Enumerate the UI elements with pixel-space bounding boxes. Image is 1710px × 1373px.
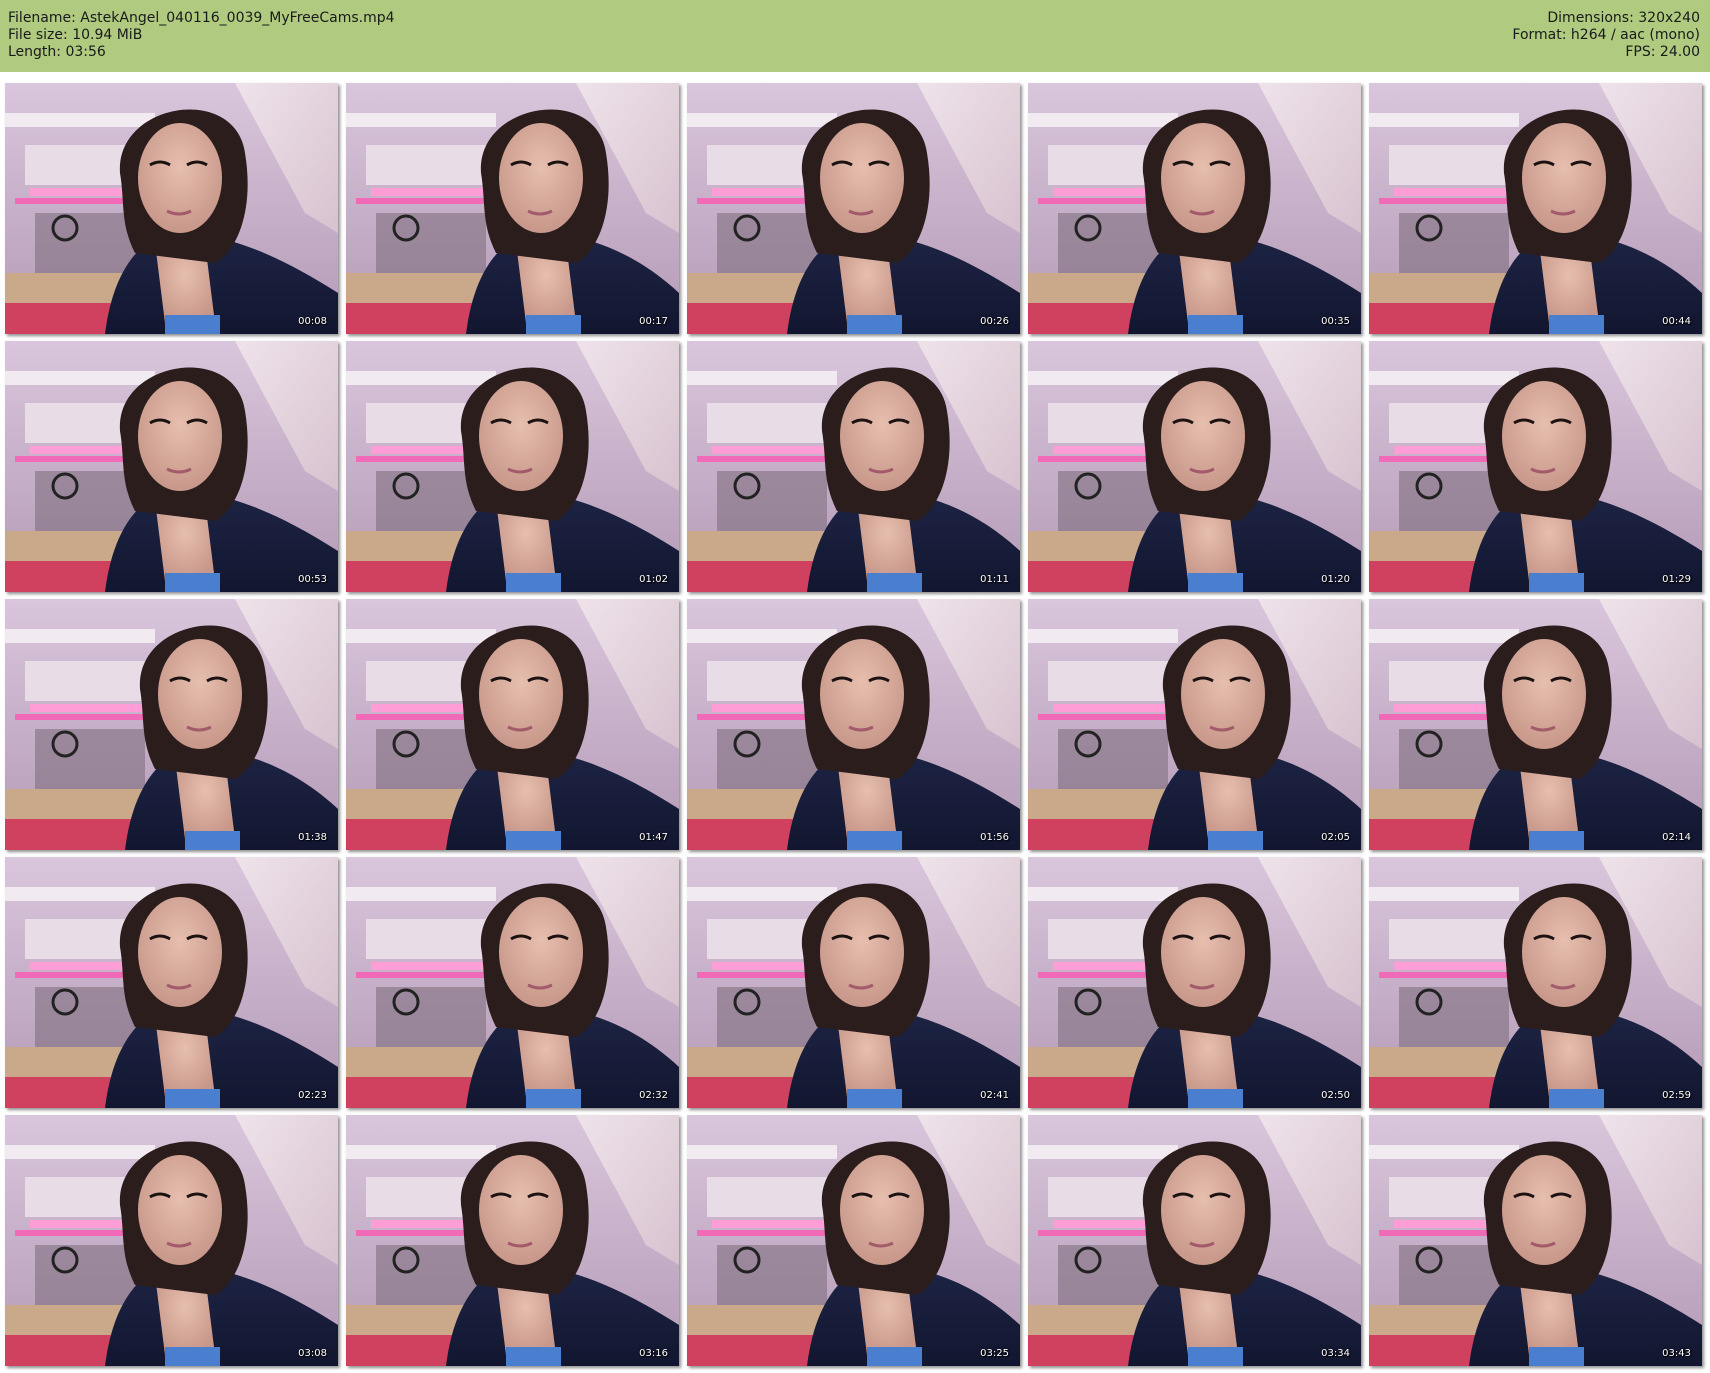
video-thumbnail: 03:08 bbox=[5, 1115, 338, 1366]
thumbnail-timestamp: 00:26 bbox=[980, 316, 1009, 327]
video-thumbnail: 01:11 bbox=[687, 341, 1020, 592]
thumbnail-frame-image bbox=[346, 857, 679, 1108]
thumbnail-frame-image bbox=[346, 599, 679, 850]
thumbnail-frame-image bbox=[5, 857, 338, 1108]
thumbnail-timestamp: 00:35 bbox=[1321, 316, 1350, 327]
video-thumbnail: 02:14 bbox=[1369, 599, 1702, 850]
thumbnail-frame-image bbox=[1028, 341, 1361, 592]
video-thumbnail: 03:25 bbox=[687, 1115, 1020, 1366]
thumbnail-frame-image bbox=[1369, 599, 1702, 850]
thumbnail-frame-image bbox=[5, 83, 338, 334]
video-thumbnail: 01:56 bbox=[687, 599, 1020, 850]
video-thumbnail: 00:53 bbox=[5, 341, 338, 592]
thumbnail-timestamp: 03:34 bbox=[1321, 1348, 1350, 1359]
thumbnail-frame-image bbox=[346, 1115, 679, 1366]
video-thumbnail: 00:08 bbox=[5, 83, 338, 334]
video-thumbnail: 01:29 bbox=[1369, 341, 1702, 592]
video-thumbnail: 02:32 bbox=[346, 857, 679, 1108]
video-thumbnail: 01:02 bbox=[346, 341, 679, 592]
thumbnail-timestamp: 01:11 bbox=[980, 574, 1009, 585]
thumbnail-timestamp: 01:20 bbox=[1321, 574, 1350, 585]
thumbnail-frame-image bbox=[1369, 83, 1702, 334]
thumbnail-timestamp: 03:16 bbox=[639, 1348, 668, 1359]
video-thumbnail: 02:59 bbox=[1369, 857, 1702, 1108]
video-thumbnail: 00:44 bbox=[1369, 83, 1702, 334]
thumbnail-timestamp: 02:41 bbox=[980, 1090, 1009, 1101]
video-thumbnail: 01:47 bbox=[346, 599, 679, 850]
thumbnail-frame-image bbox=[5, 599, 338, 850]
video-thumbnail: 01:20 bbox=[1028, 341, 1361, 592]
thumbnail-frame-image bbox=[687, 857, 1020, 1108]
thumbnail-frame-image bbox=[346, 341, 679, 592]
thumbnail-frame-image bbox=[687, 83, 1020, 334]
thumbnail-frame-image bbox=[5, 1115, 338, 1366]
thumbnail-frame-image bbox=[1028, 83, 1361, 334]
thumbnail-frame-image bbox=[5, 341, 338, 592]
thumbnail-timestamp: 02:05 bbox=[1321, 832, 1350, 843]
thumbnail-timestamp: 02:50 bbox=[1321, 1090, 1350, 1101]
thumbnail-grid: 00:08 00:17 00:26 00:35 00:44 00:53 01:02 01:11… bbox=[0, 0, 1710, 1373]
video-thumbnail: 01:38 bbox=[5, 599, 338, 850]
thumbnail-timestamp: 00:53 bbox=[298, 574, 327, 585]
thumbnail-timestamp: 02:32 bbox=[639, 1090, 668, 1101]
thumbnail-frame-image bbox=[1028, 599, 1361, 850]
video-thumbnail: 02:23 bbox=[5, 857, 338, 1108]
thumbnail-timestamp: 01:47 bbox=[639, 832, 668, 843]
thumbnail-frame-image bbox=[687, 341, 1020, 592]
video-thumbnail: 03:16 bbox=[346, 1115, 679, 1366]
thumbnail-timestamp: 03:08 bbox=[298, 1348, 327, 1359]
thumbnail-frame-image bbox=[1028, 1115, 1361, 1366]
video-thumbnail: 03:43 bbox=[1369, 1115, 1702, 1366]
thumbnail-timestamp: 00:08 bbox=[298, 316, 327, 327]
thumbnail-timestamp: 00:44 bbox=[1662, 316, 1691, 327]
video-thumbnail: 00:26 bbox=[687, 83, 1020, 334]
thumbnail-timestamp: 01:56 bbox=[980, 832, 1009, 843]
thumbnail-timestamp: 03:25 bbox=[980, 1348, 1009, 1359]
video-thumbnail: 03:34 bbox=[1028, 1115, 1361, 1366]
thumbnail-timestamp: 02:23 bbox=[298, 1090, 327, 1101]
thumbnail-timestamp: 01:29 bbox=[1662, 574, 1691, 585]
thumbnail-frame-image bbox=[1028, 857, 1361, 1108]
thumbnail-timestamp: 01:02 bbox=[639, 574, 668, 585]
video-thumbnail: 00:35 bbox=[1028, 83, 1361, 334]
thumbnail-frame-image bbox=[687, 599, 1020, 850]
video-thumbnail: 02:05 bbox=[1028, 599, 1361, 850]
thumbnail-timestamp: 01:38 bbox=[298, 832, 327, 843]
thumbnail-timestamp: 02:14 bbox=[1662, 832, 1691, 843]
video-thumbnail: 02:50 bbox=[1028, 857, 1361, 1108]
thumbnail-frame-image bbox=[687, 1115, 1020, 1366]
thumbnail-timestamp: 03:43 bbox=[1662, 1348, 1691, 1359]
video-thumbnail: 00:17 bbox=[346, 83, 679, 334]
thumbnail-frame-image bbox=[346, 83, 679, 334]
thumbnail-frame-image bbox=[1369, 341, 1702, 592]
thumbnail-timestamp: 02:59 bbox=[1662, 1090, 1691, 1101]
thumbnail-frame-image bbox=[1369, 1115, 1702, 1366]
thumbnail-frame-image bbox=[1369, 857, 1702, 1108]
thumbnail-timestamp: 00:17 bbox=[639, 316, 668, 327]
video-thumbnail: 02:41 bbox=[687, 857, 1020, 1108]
